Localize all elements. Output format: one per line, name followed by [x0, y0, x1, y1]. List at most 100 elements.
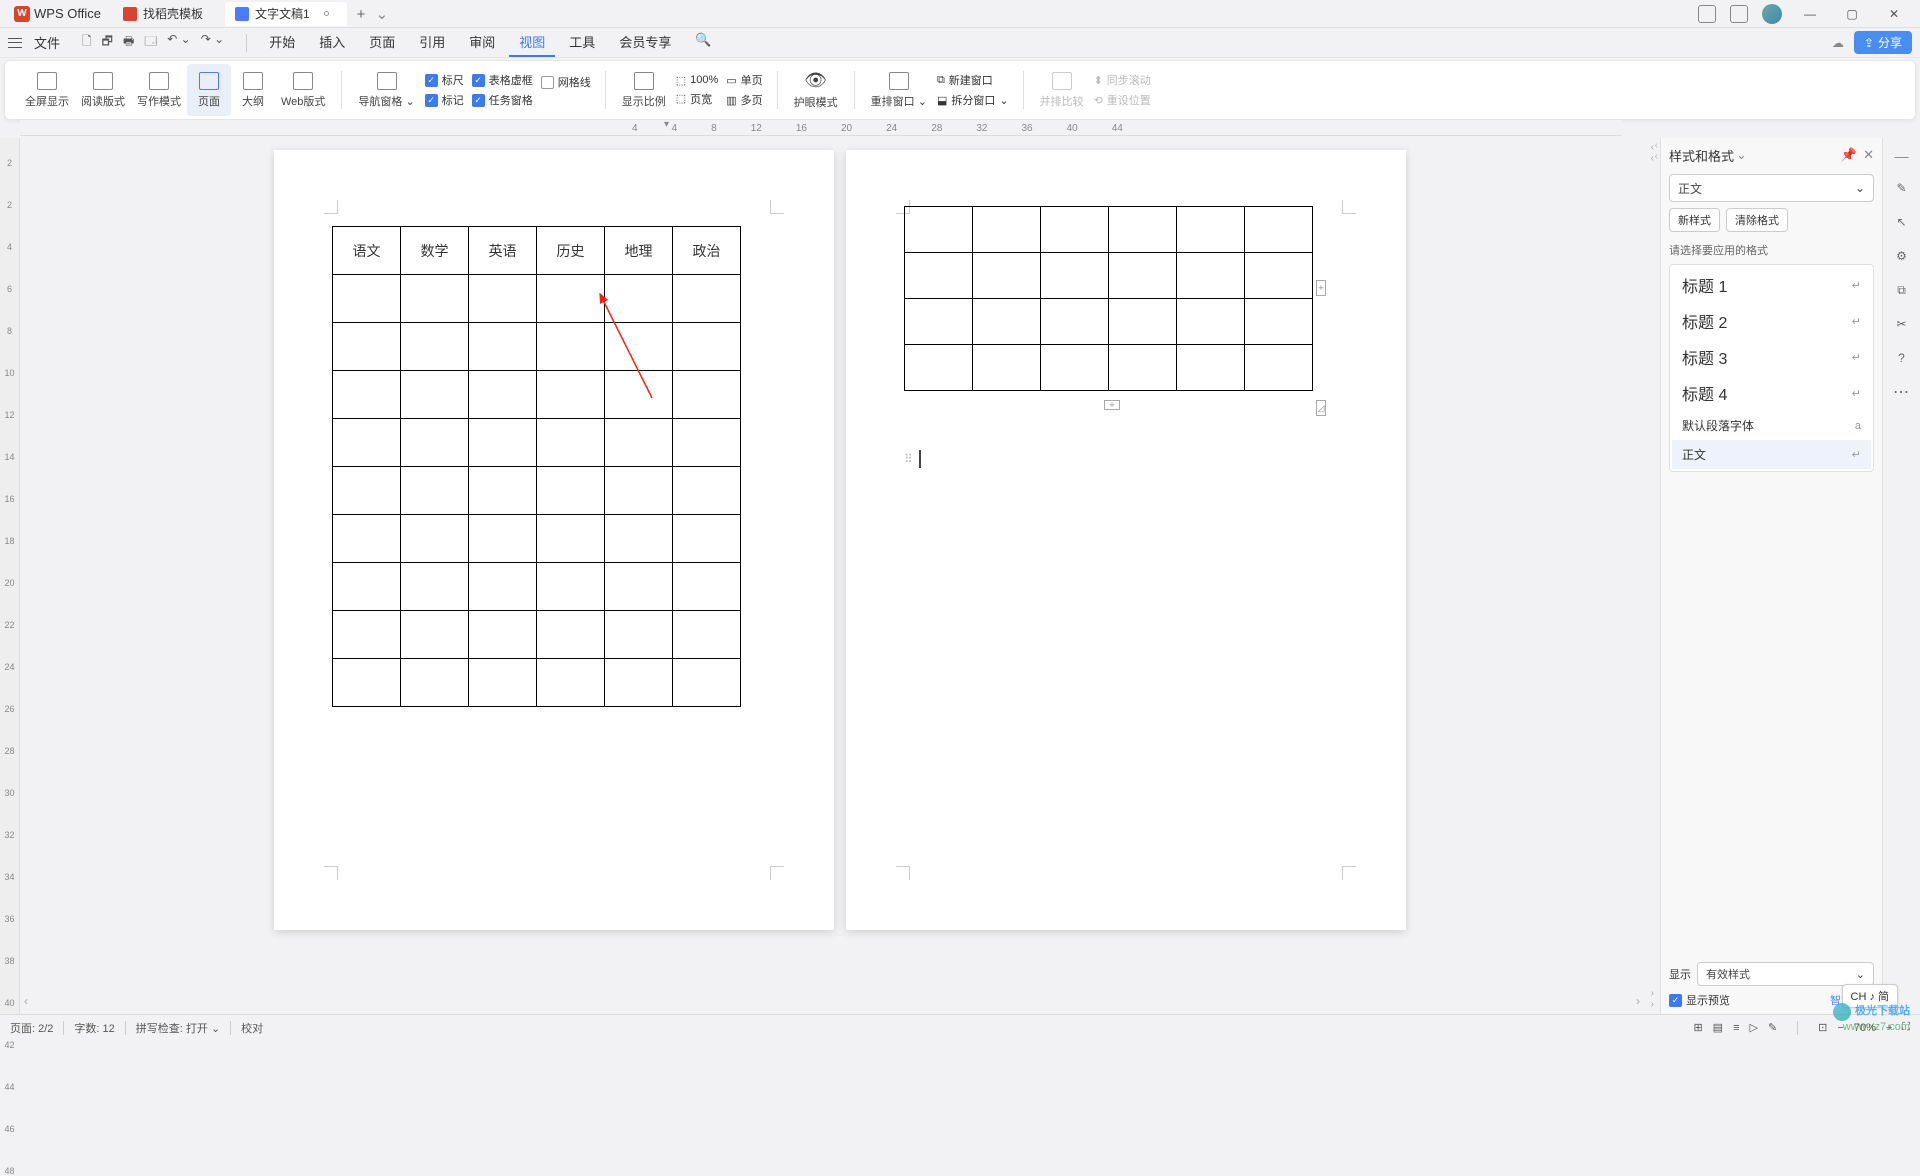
reading-layout-button[interactable]: 阅读版式	[75, 64, 131, 116]
tab-templates[interactable]: 找稻壳模板	[113, 2, 221, 26]
page-2[interactable]: + ◿ + ⠿	[846, 150, 1406, 930]
chevron-down-icon[interactable]: ⌄	[376, 6, 389, 23]
gridlines-checkbox[interactable]: 网格线	[537, 74, 595, 90]
tablet-mode-icon[interactable]	[1698, 5, 1716, 23]
fullscreen-button[interactable]: 全屏显示	[19, 64, 75, 116]
web-layout-button[interactable]: Web版式	[275, 64, 331, 116]
paragraph-drag-icon[interactable]: ⠿	[904, 452, 913, 466]
redo-icon[interactable]: ↷ ⌄	[201, 32, 224, 53]
menu-start[interactable]: 开始	[259, 28, 305, 57]
table-page1[interactable]: 语文 数学 英语 历史 地理 政治	[332, 226, 741, 707]
pagewidth-button[interactable]: ⬚页宽	[672, 91, 723, 107]
style-heading2[interactable]: 标题 2↵	[1672, 303, 1871, 339]
cloud-icon[interactable]: ☁	[1832, 36, 1844, 50]
nav-pane-button[interactable]: 导航窗格 ⌄	[352, 64, 420, 116]
new-style-button[interactable]: 新样式	[1669, 208, 1720, 232]
minimize-button[interactable]: —	[1796, 4, 1824, 24]
more-icon[interactable]: ⋯	[1892, 382, 1912, 402]
maximize-button[interactable]: ▢	[1838, 4, 1866, 24]
view-web-icon[interactable]: ≡	[1733, 1022, 1739, 1034]
adjust-icon[interactable]: ⚙	[1892, 246, 1912, 266]
status-words[interactable]: 字数: 12	[74, 1020, 114, 1036]
close-button[interactable]: ✕	[1880, 4, 1908, 24]
focus-icon[interactable]: ✎	[1768, 1021, 1777, 1034]
tab-document[interactable]: 文字文稿1	[225, 2, 347, 26]
page-layout-button[interactable]: 页面	[187, 64, 231, 116]
new-window-button[interactable]: ⧉新建窗口	[933, 72, 1013, 88]
table-add-row-handle[interactable]: +	[1104, 400, 1120, 410]
text-cursor-area[interactable]: ⠿	[904, 450, 921, 468]
scroll-left-icon[interactable]: ‹	[24, 994, 28, 1008]
split-window-button[interactable]: ⬓拆分窗口 ⌄	[933, 92, 1013, 108]
status-page[interactable]: 页面: 2/2	[10, 1020, 53, 1036]
marks-checkbox[interactable]: ✓标记	[421, 92, 468, 108]
layers-icon[interactable]: ⧉	[1892, 280, 1912, 300]
help-icon[interactable]: ?	[1892, 348, 1912, 368]
view-page-icon[interactable]: ▤	[1713, 1021, 1723, 1034]
status-proof[interactable]: 校对	[241, 1020, 263, 1036]
page-1[interactable]: 语文 数学 英语 历史 地理 政治	[274, 150, 834, 930]
tools-icon[interactable]: ✂	[1892, 314, 1912, 334]
ruler-checkbox[interactable]: ✓标尺	[421, 72, 468, 88]
style-heading3[interactable]: 标题 3↵	[1672, 339, 1871, 375]
file-menu[interactable]: 文件	[26, 33, 68, 52]
singlepage-button[interactable]: ▭单页	[722, 72, 766, 88]
close-panel-icon[interactable]: ✕	[1863, 147, 1874, 163]
zoom-button[interactable]: 显示比例	[616, 64, 672, 116]
pin-icon[interactable]: 📌	[1841, 147, 1857, 163]
scroll-chevrons[interactable]: ››	[1651, 988, 1654, 1010]
menu-review[interactable]: 审阅	[459, 28, 505, 57]
menu-view[interactable]: 视图	[509, 28, 555, 57]
table-header[interactable]: 历史	[537, 227, 605, 275]
pencil-icon[interactable]: ✎	[1892, 178, 1912, 198]
horizontal-ruler[interactable]: 4 ▾ 4 8 12 16 20 24 28 32 36 40 44	[20, 120, 1622, 136]
p100-button[interactable]: ⬚100%	[672, 74, 723, 87]
preview-icon[interactable]: 🗔	[144, 32, 157, 53]
save-icon[interactable]: 🗋	[82, 32, 92, 53]
clear-format-button[interactable]: 清除格式	[1726, 208, 1788, 232]
undo-icon[interactable]: ↶ ⌄	[167, 32, 190, 53]
scroll-right-icon[interactable]: ›	[1636, 994, 1640, 1008]
vertical-ruler[interactable]: 2246810121416182022242628303234363840424…	[0, 138, 20, 1014]
minimize-panel-button[interactable]: —	[1895, 148, 1909, 164]
menu-ref[interactable]: 引用	[409, 28, 455, 57]
menu-page[interactable]: 页面	[359, 28, 405, 57]
cursor-icon[interactable]: ↖	[1892, 212, 1912, 232]
user-avatar[interactable]	[1762, 4, 1782, 24]
arrange-windows-button[interactable]: 重排窗口 ⌄	[865, 64, 933, 116]
add-tab-button[interactable]: + ⌄	[349, 5, 397, 23]
cube-icon[interactable]	[1730, 5, 1748, 23]
table-header[interactable]: 英语	[469, 227, 537, 275]
print-preview-icon[interactable]: 🗗	[102, 32, 113, 53]
style-heading4[interactable]: 标题 4↵	[1672, 375, 1871, 411]
table-dash-checkbox[interactable]: ✓表格虚框	[468, 72, 537, 88]
multipage-button[interactable]: ▥多页	[722, 92, 766, 108]
table-add-col-handle[interactable]: +	[1316, 280, 1326, 296]
print-icon[interactable]: 🖶	[123, 32, 134, 53]
status-spell[interactable]: 拼写检查: 打开 ⌄	[136, 1020, 220, 1036]
search-icon[interactable]: 🔍	[685, 28, 721, 57]
menu-tools[interactable]: 工具	[559, 28, 605, 57]
table-header[interactable]: 政治	[673, 227, 741, 275]
scroll-chevrons[interactable]: ‹‹	[1651, 142, 1654, 164]
document-area[interactable]: 语文 数学 英语 历史 地理 政治	[20, 138, 1660, 1014]
style-default-font[interactable]: 默认段落字体a	[1672, 411, 1871, 440]
table-header[interactable]: 地理	[605, 227, 673, 275]
current-style-select[interactable]: 正文 ⌄	[1669, 174, 1874, 202]
style-heading1[interactable]: 标题 1↵	[1672, 267, 1871, 303]
hamburger-icon[interactable]	[8, 38, 22, 48]
table-header[interactable]: 语文	[333, 227, 401, 275]
fit-icon[interactable]: ⊡	[1818, 1021, 1827, 1034]
style-body[interactable]: 正文↵	[1672, 440, 1871, 469]
menu-member[interactable]: 会员专享	[609, 28, 681, 57]
outline-button[interactable]: 大纲	[231, 64, 275, 116]
preview-checkbox[interactable]: ✓	[1669, 994, 1682, 1007]
table-header[interactable]: 数学	[401, 227, 469, 275]
show-styles-select[interactable]: 有效样式 ⌄	[1697, 962, 1874, 986]
writing-mode-button[interactable]: 写作模式	[131, 64, 187, 116]
chevron-down-icon[interactable]: ⌄	[1736, 147, 1747, 163]
eye-care-button[interactable]: 👁护眼模式	[788, 64, 844, 116]
table-page2[interactable]	[904, 206, 1313, 391]
share-button[interactable]: ⇪ 分享	[1854, 31, 1912, 54]
menu-insert[interactable]: 插入	[309, 28, 355, 57]
